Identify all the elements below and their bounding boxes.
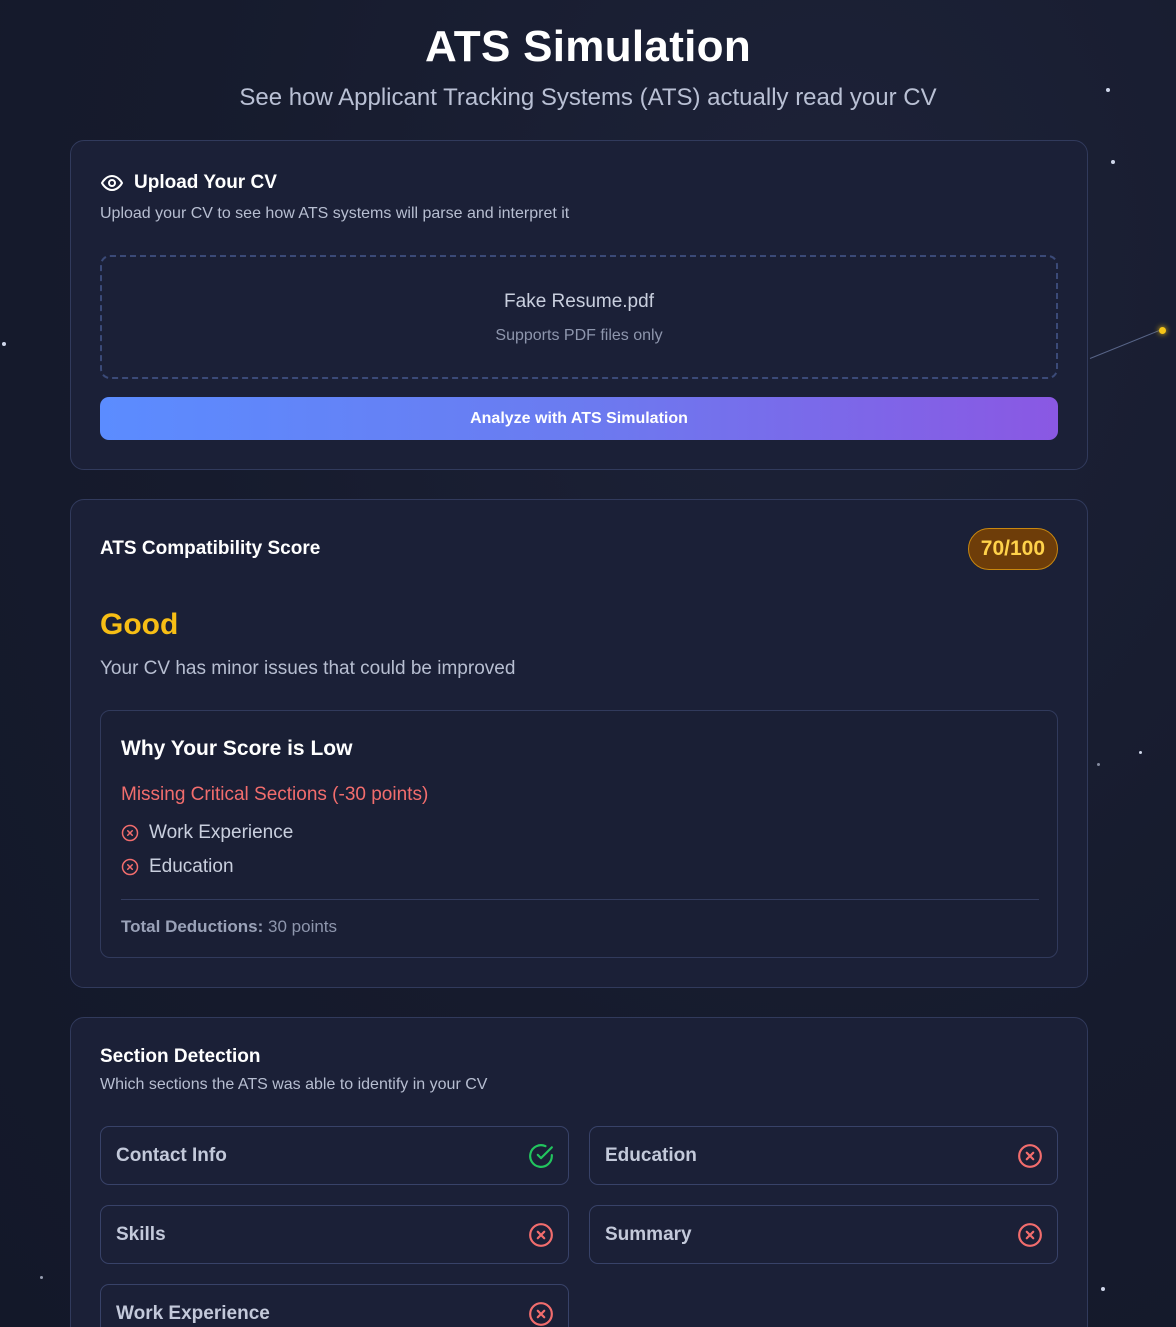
section-item-label: Contact Info <box>116 1144 227 1166</box>
star-decoration <box>1111 160 1115 164</box>
upload-card-title: Upload Your CV <box>134 172 277 193</box>
x-circle-icon <box>121 824 139 842</box>
star-decoration <box>1101 1287 1105 1291</box>
score-rating: Good <box>100 608 179 641</box>
x-circle-icon <box>1017 1222 1043 1248</box>
missing-sections-title: Missing Critical Sections (-30 points) <box>121 784 429 805</box>
x-circle-icon <box>528 1222 554 1248</box>
star-decoration <box>1097 763 1100 766</box>
upload-card-description: Upload your CV to see how ATS systems wi… <box>100 205 570 222</box>
analyze-button[interactable]: Analyze with ATS Simulation <box>100 397 1058 440</box>
star-decoration <box>1139 751 1142 754</box>
page-header: ATS Simulation See how Applicant Trackin… <box>0 22 1176 112</box>
section-item-label: Skills <box>116 1223 166 1245</box>
x-circle-icon <box>1017 1143 1043 1169</box>
total-deductions: Total Deductions: 30 points <box>121 917 337 937</box>
star-decoration <box>1159 327 1166 334</box>
page-title: ATS Simulation <box>424 22 752 71</box>
constellation-line <box>1089 328 1163 359</box>
section-item-summary: Summary <box>589 1205 1058 1264</box>
missing-section-label: Education <box>149 856 234 877</box>
total-deductions-label: Total Deductions: <box>121 917 264 936</box>
x-circle-icon <box>528 1301 554 1327</box>
section-item-contact-info: Contact Info <box>100 1126 569 1185</box>
total-deductions-value: 30 points <box>268 917 338 936</box>
upload-card-header: Upload Your CV <box>100 171 569 195</box>
section-item-label: Work Experience <box>116 1302 270 1324</box>
section-item-education: Education <box>589 1126 1058 1185</box>
section-item-skills: Skills <box>100 1205 569 1264</box>
file-dropzone[interactable]: Fake Resume.pdf Supports PDF files only <box>100 255 1058 379</box>
section-item-label: Summary <box>605 1223 692 1245</box>
score-explanation-box: Why Your Score is Low Missing Critical S… <box>100 710 1058 958</box>
section-detection-card: Section Detection Which sections the ATS… <box>70 1017 1088 1327</box>
missing-section-item: Education <box>121 856 234 878</box>
x-circle-icon <box>121 858 139 876</box>
divider <box>121 899 1039 900</box>
upload-card: Upload Your CV Upload your CV to see how… <box>70 140 1088 470</box>
file-type-hint: Supports PDF files only <box>495 327 663 344</box>
section-item-label: Education <box>605 1144 697 1166</box>
section-detection-description: Which sections the ATS was able to ident… <box>100 1076 488 1093</box>
score-explanation-title: Why Your Score is Low <box>121 737 353 760</box>
selected-file-name: Fake Resume.pdf <box>504 291 654 312</box>
score-card-title: ATS Compatibility Score <box>100 538 321 559</box>
page-subtitle: See how Applicant Tracking Systems (ATS)… <box>239 84 937 111</box>
eye-icon <box>100 171 124 195</box>
score-card: ATS Compatibility Score 70/100 Good Your… <box>70 499 1088 988</box>
score-badge: 70/100 <box>967 528 1058 570</box>
score-rating-description: Your CV has minor issues that could be i… <box>100 658 516 679</box>
missing-section-label: Work Experience <box>149 822 294 843</box>
check-circle-icon <box>528 1143 554 1169</box>
star-decoration <box>40 1276 43 1279</box>
missing-section-item: Work Experience <box>121 822 293 844</box>
star-decoration <box>2 342 6 346</box>
section-item-work-experience: Work Experience <box>100 1284 569 1327</box>
section-detection-title: Section Detection <box>100 1046 261 1067</box>
